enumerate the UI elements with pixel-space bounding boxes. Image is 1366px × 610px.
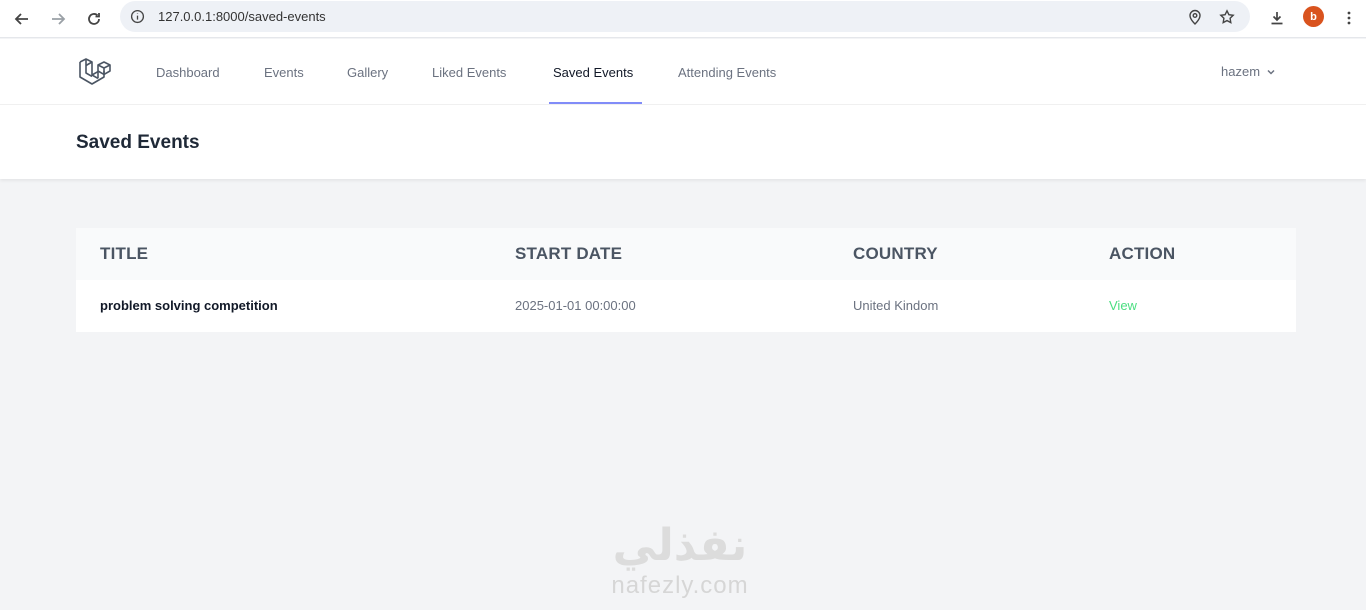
nav-link-dashboard[interactable]: Dashboard [156,65,220,80]
page-title: Saved Events [76,132,200,153]
laravel-logo-icon[interactable] [77,55,111,89]
column-header-country: COUNTRY [853,244,938,263]
watermark: نفذلي nafezly.com [590,520,770,610]
nav-link-saved-events[interactable]: Saved Events [553,65,633,80]
location-pin-icon[interactable] [1186,8,1204,26]
column-header-start-date: START DATE [515,244,623,263]
bookmark-star-icon[interactable] [1218,8,1236,26]
nav-link-liked-events[interactable]: Liked Events [432,65,506,80]
download-icon[interactable] [1266,7,1288,29]
watermark-latin-text: nafezly.com [611,572,749,599]
main-navigation: Dashboard Events Gallery Liked Events Sa… [0,39,1366,105]
profile-avatar[interactable]: b [1303,6,1324,27]
view-event-link[interactable]: View [1109,298,1137,313]
event-country-cell: United Kindom [853,298,939,313]
site-info-icon[interactable] [129,8,146,25]
active-tab-indicator [549,102,642,104]
nav-link-attending-events[interactable]: Attending Events [678,65,776,80]
reload-icon[interactable] [82,7,106,31]
event-start-date-cell: 2025-01-01 00:00:00 [515,298,636,313]
url-text[interactable]: 127.0.0.1:8000/saved-events [158,9,326,24]
nav-link-events[interactable]: Events [264,65,304,80]
browser-toolbar: 127.0.0.1:8000/saved-events b [0,0,1366,38]
page-header: Saved Events [0,105,1366,179]
nav-link-gallery[interactable]: Gallery [347,65,388,80]
chevron-down-icon[interactable] [1266,67,1276,77]
more-options-icon[interactable] [1338,7,1360,29]
table-header: TITLE START DATE COUNTRY ACTION [76,228,1296,280]
user-dropdown[interactable]: hazem [1221,64,1276,79]
column-header-title: TITLE [100,244,149,263]
forward-arrow-icon[interactable] [46,7,70,31]
watermark-arabic-text: نفذلي [612,521,748,570]
saved-events-table: TITLE START DATE COUNTRY ACTION problem … [76,228,1296,332]
table-row: problem solving competition 2025-01-01 0… [76,280,1296,332]
column-header-action: ACTION [1109,244,1176,263]
address-bar[interactable]: 127.0.0.1:8000/saved-events [120,1,1250,32]
user-name[interactable]: hazem [1221,64,1260,79]
event-title-cell: problem solving competition [100,298,278,313]
back-arrow-icon[interactable] [10,7,34,31]
